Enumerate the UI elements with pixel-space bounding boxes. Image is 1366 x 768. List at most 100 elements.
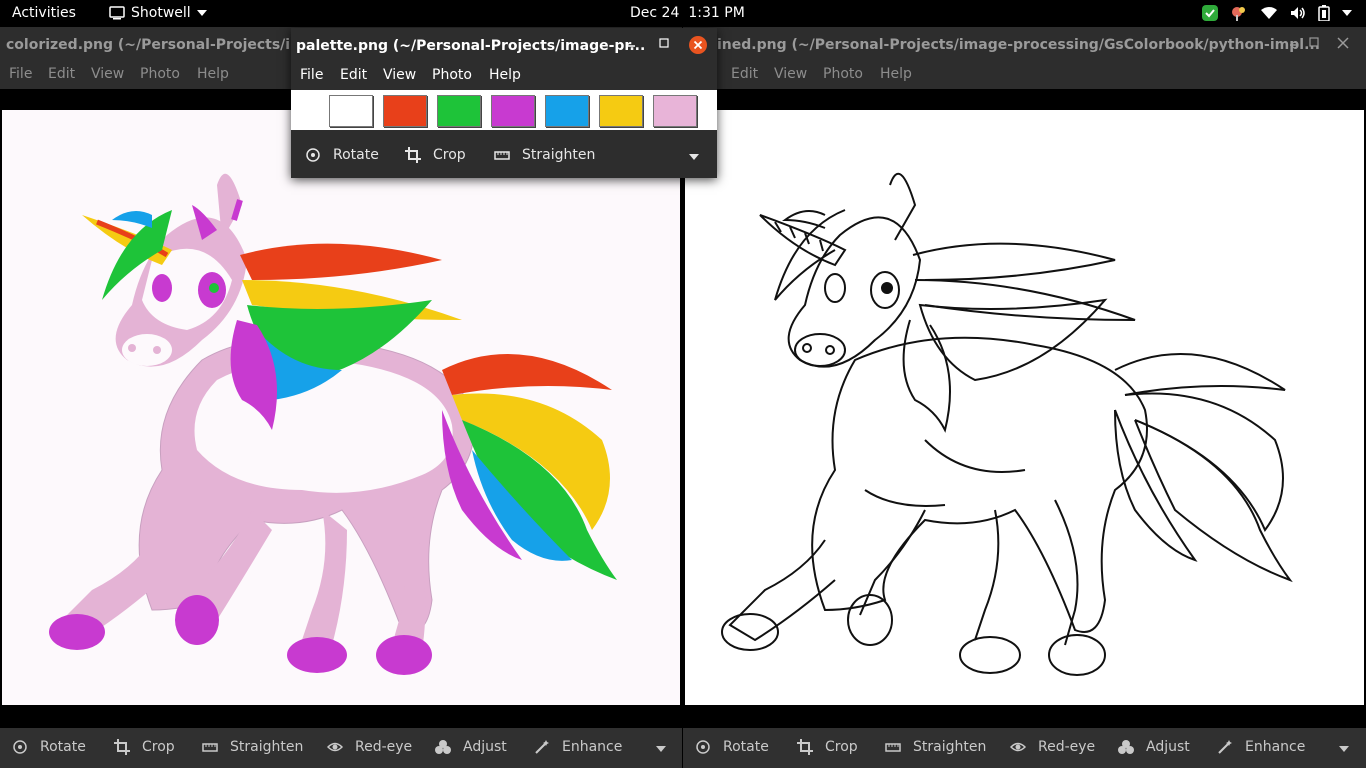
app-name: Shotwell xyxy=(131,5,191,21)
volume-icon[interactable] xyxy=(1290,6,1306,20)
crop-icon xyxy=(405,147,421,163)
activities-button[interactable]: Activities xyxy=(12,5,76,21)
swatch-red xyxy=(383,95,427,127)
palette-menu-help[interactable]: Help xyxy=(489,67,521,83)
palette-menu-photo[interactable]: Photo xyxy=(432,67,472,83)
screen-icon xyxy=(109,6,125,20)
left-enhance-label: Enhance xyxy=(562,739,623,755)
left-straighten-button[interactable]: Straighten xyxy=(202,739,303,755)
left-menu-help[interactable]: Help xyxy=(197,66,229,82)
right-straighten-label: Straighten xyxy=(913,739,987,755)
palette-straighten-button[interactable]: Straighten xyxy=(494,147,595,163)
rotate-icon xyxy=(695,739,711,755)
left-rotate-button[interactable]: Rotate xyxy=(12,739,86,755)
right-straighten-button[interactable]: Straighten xyxy=(885,739,986,755)
palette-crop-label: Crop xyxy=(433,147,466,163)
red-eye-icon xyxy=(327,739,343,755)
palette-menubar: File Edit View Photo Help xyxy=(291,64,717,90)
line-art-unicorn-image[interactable] xyxy=(685,110,1364,705)
dropdown-caret-icon xyxy=(196,10,207,16)
right-menu-help[interactable]: Help xyxy=(880,66,912,82)
wifi-icon[interactable] xyxy=(1260,6,1278,20)
swatch-white xyxy=(329,95,373,127)
clock-date: Dec 24 xyxy=(630,5,680,21)
enhance-icon xyxy=(534,739,550,755)
left-toolbar-overflow-icon[interactable] xyxy=(656,746,666,752)
crop-icon xyxy=(114,739,130,755)
palette-image[interactable] xyxy=(291,90,717,130)
right-menubar: Edit View Photo Help xyxy=(683,63,1366,89)
power-caret-icon[interactable] xyxy=(1342,10,1352,16)
left-red-eye-label: Red-eye xyxy=(355,739,413,755)
clock-time: 1:31 PM xyxy=(688,5,745,21)
palette-titlebar[interactable]: palette.png (~/Personal-Projects/image-p… xyxy=(291,28,717,64)
right-menu-view[interactable]: View xyxy=(774,66,807,82)
palette-rotate-button[interactable]: Rotate xyxy=(305,147,379,163)
right-window-title: ined.png (~/Personal-Projects/image-proc… xyxy=(717,37,1321,53)
app-menu[interactable]: Shotwell xyxy=(109,5,207,21)
palette-toolbar-overflow-icon[interactable] xyxy=(689,154,699,160)
paint-icon[interactable] xyxy=(1230,5,1248,21)
left-menu-view[interactable]: View xyxy=(91,66,124,82)
right-adjust-button[interactable]: Adjust xyxy=(1118,739,1190,755)
left-adjust-button[interactable]: Adjust xyxy=(435,739,507,755)
close-icon[interactable] xyxy=(689,36,707,54)
rotate-icon xyxy=(12,739,28,755)
clock[interactable]: Dec 24 1:31 PM xyxy=(630,5,745,21)
right-shotwell-window: ined.png (~/Personal-Projects/image-proc… xyxy=(683,27,1366,768)
right-crop-label: Crop xyxy=(825,739,858,755)
adjust-icon xyxy=(435,739,451,755)
left-crop-label: Crop xyxy=(142,739,175,755)
swatch-blue xyxy=(545,95,589,127)
palette-straighten-label: Straighten xyxy=(522,147,596,163)
right-crop-button[interactable]: Crop xyxy=(797,739,858,755)
right-red-eye-label: Red-eye xyxy=(1038,739,1096,755)
left-crop-button[interactable]: Crop xyxy=(114,739,175,755)
shield-check-icon[interactable] xyxy=(1202,5,1218,21)
straighten-icon xyxy=(494,147,510,163)
minimize-icon[interactable] xyxy=(1289,37,1299,47)
enhance-icon xyxy=(1217,739,1233,755)
palette-rotate-label: Rotate xyxy=(333,147,379,163)
straighten-icon xyxy=(202,739,218,755)
colorized-unicorn-image[interactable] xyxy=(2,110,680,705)
right-toolbar: Rotate Crop Straighten Red-eye Adjust En… xyxy=(683,728,1366,768)
right-toolbar-overflow-icon[interactable] xyxy=(1339,746,1349,752)
left-menu-edit[interactable]: Edit xyxy=(48,66,75,82)
right-enhance-label: Enhance xyxy=(1245,739,1306,755)
palette-crop-button[interactable]: Crop xyxy=(405,147,466,163)
palette-menu-view[interactable]: View xyxy=(383,67,416,83)
left-toolbar: Rotate Crop Straighten Red-eye Adjust En… xyxy=(0,728,682,768)
right-rotate-label: Rotate xyxy=(723,739,769,755)
swatch-green xyxy=(437,95,481,127)
swatch-pink xyxy=(653,95,697,127)
maximize-icon[interactable] xyxy=(1309,37,1319,47)
straighten-icon xyxy=(885,739,901,755)
right-titlebar[interactable]: ined.png (~/Personal-Projects/image-proc… xyxy=(683,27,1366,63)
left-red-eye-button[interactable]: Red-eye xyxy=(327,739,412,755)
swatch-yellow xyxy=(599,95,643,127)
adjust-icon xyxy=(1118,739,1134,755)
palette-window-title: palette.png (~/Personal-Projects/image-p… xyxy=(296,38,646,54)
right-enhance-button[interactable]: Enhance xyxy=(1217,739,1305,755)
minimize-icon[interactable] xyxy=(626,38,636,48)
rotate-icon xyxy=(305,147,321,163)
close-icon[interactable] xyxy=(1337,37,1349,49)
maximize-icon[interactable] xyxy=(659,38,669,48)
left-menu-photo[interactable]: Photo xyxy=(140,66,180,82)
left-straighten-label: Straighten xyxy=(230,739,304,755)
swatch-magenta xyxy=(491,95,535,127)
top-bar: Activities Shotwell Dec 24 1:31 PM xyxy=(0,0,1366,27)
palette-menu-file[interactable]: File xyxy=(300,67,323,83)
left-menu-file[interactable]: File xyxy=(9,66,32,82)
left-rotate-label: Rotate xyxy=(40,739,86,755)
left-enhance-button[interactable]: Enhance xyxy=(534,739,622,755)
palette-menu-edit[interactable]: Edit xyxy=(340,67,367,83)
right-menu-photo[interactable]: Photo xyxy=(823,66,863,82)
right-adjust-label: Adjust xyxy=(1146,739,1190,755)
system-tray[interactable] xyxy=(1202,5,1352,21)
right-red-eye-button[interactable]: Red-eye xyxy=(1010,739,1095,755)
battery-icon[interactable] xyxy=(1318,5,1330,21)
right-menu-edit[interactable]: Edit xyxy=(731,66,758,82)
right-rotate-button[interactable]: Rotate xyxy=(695,739,769,755)
